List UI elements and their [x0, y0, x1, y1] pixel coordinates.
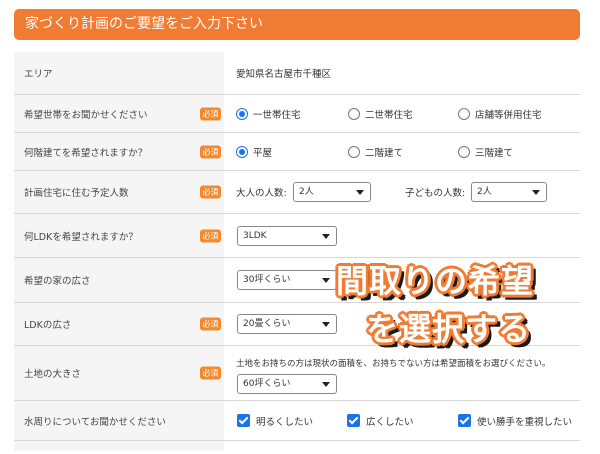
land-size-label: 土地の大きさ	[24, 369, 82, 380]
ldk-size-select[interactable]: 20畳くらい	[237, 314, 337, 334]
radio-store-combined[interactable]: 店舗等併用住宅	[458, 107, 542, 121]
adults-select[interactable]: 2人	[293, 182, 371, 202]
checkbox-checked-icon	[347, 414, 360, 427]
row-people: 計画住宅に住む予定人数 必須 大人の人数: 2人 子どもの人数: 2人	[14, 171, 580, 214]
annotation-line-2: を選択する	[366, 310, 532, 348]
required-badge: 必須	[200, 229, 221, 242]
ldk-select[interactable]: 3LDK	[237, 225, 337, 246]
house-plan-form: エリア 愛知県名古屋市千種区 希望世帯をお聞かせください 必須 一世帯住宅 二世…	[14, 52, 580, 451]
chevron-down-icon	[322, 322, 330, 327]
required-badge: 必須	[200, 366, 221, 380]
chevron-down-icon	[356, 190, 364, 195]
radio-one-story[interactable]: 平屋	[236, 145, 272, 159]
adults-label: 大人の人数:	[236, 188, 287, 199]
chevron-down-icon	[532, 190, 540, 195]
required-badge: 必須	[200, 185, 221, 199]
row-floors: 何階建てを希望されますか？ 必須 平屋 二階建て 三階建て	[14, 133, 580, 171]
children-select[interactable]: 2人	[471, 182, 547, 202]
floors-label: 何階建てを希望されますか？	[24, 147, 148, 159]
radio-unchecked-icon	[458, 107, 470, 120]
radio-two-household[interactable]: 二世帯住宅	[348, 107, 413, 121]
row-next-partial	[14, 441, 580, 451]
land-size-select[interactable]: 60坪くらい	[237, 374, 337, 394]
row-water-areas: 水周りについてお聞かせください 明るくしたい 広くしたい 使い勝手を重視したい	[14, 401, 580, 441]
house-size-label: 希望の家の広さ	[24, 276, 91, 287]
required-badge: 必須	[200, 317, 221, 331]
people-label: 計画住宅に住む予定人数	[24, 188, 129, 199]
radio-unchecked-icon	[458, 145, 470, 158]
annotation-line-1: 間取りの希望	[336, 262, 535, 300]
checkbox-checked-icon	[237, 414, 250, 427]
water-areas-label: 水周りについてお聞かせください	[24, 416, 166, 428]
checkbox-spacious[interactable]: 広くしたい	[347, 414, 414, 428]
annotation-overlay: 間取りの希望 を選択する	[330, 256, 580, 350]
checkbox-usability[interactable]: 使い勝手を重視したい	[458, 414, 572, 428]
ldk-size-label: LDKの広さ	[24, 320, 72, 331]
area-value: 愛知県名古屋市千種区	[236, 69, 332, 80]
radio-three-story[interactable]: 三階建て	[458, 145, 513, 159]
form-header: 家づくり計画のご要望をご入力下さい	[14, 9, 580, 40]
radio-unchecked-icon	[348, 145, 360, 158]
required-badge: 必須	[200, 107, 221, 120]
radio-checked-icon	[236, 145, 248, 158]
required-badge: 必須	[200, 145, 221, 158]
radio-checked-icon	[236, 107, 248, 120]
row-ldk: 何LDKを希望されますか？ 必須 3LDK	[14, 214, 580, 258]
household-label: 希望世帯をお聞かせください	[24, 109, 148, 121]
radio-unchecked-icon	[348, 107, 360, 120]
house-size-select[interactable]: 30坪くらい	[237, 270, 337, 290]
row-area: エリア 愛知県名古屋市千種区	[14, 52, 580, 95]
chevron-down-icon	[322, 382, 330, 387]
chevron-down-icon	[322, 233, 330, 239]
checkbox-bright[interactable]: 明るくしたい	[237, 414, 313, 428]
row-household: 希望世帯をお聞かせください 必須 一世帯住宅 二世帯住宅 店舗等併用住宅	[14, 95, 580, 133]
radio-two-story[interactable]: 二階建て	[348, 145, 403, 159]
ldk-label: 何LDKを希望されますか？	[24, 231, 138, 243]
row-land-size: 土地の大きさ 必須 土地をお持ちの方は現状の面積を、お持ちでない方は希望面積をお…	[14, 346, 580, 401]
form-title: 家づくり計画のご要望をご入力下さい	[25, 16, 263, 32]
chevron-down-icon	[322, 278, 330, 283]
land-size-note: 土地をお持ちの方は現状の面積を、お持ちでない方は希望面積をお選びください。	[236, 359, 551, 369]
area-label: エリア	[24, 69, 53, 80]
checkbox-checked-icon	[458, 414, 471, 427]
children-label: 子どもの人数:	[405, 188, 466, 199]
radio-single-household[interactable]: 一世帯住宅	[236, 107, 301, 121]
